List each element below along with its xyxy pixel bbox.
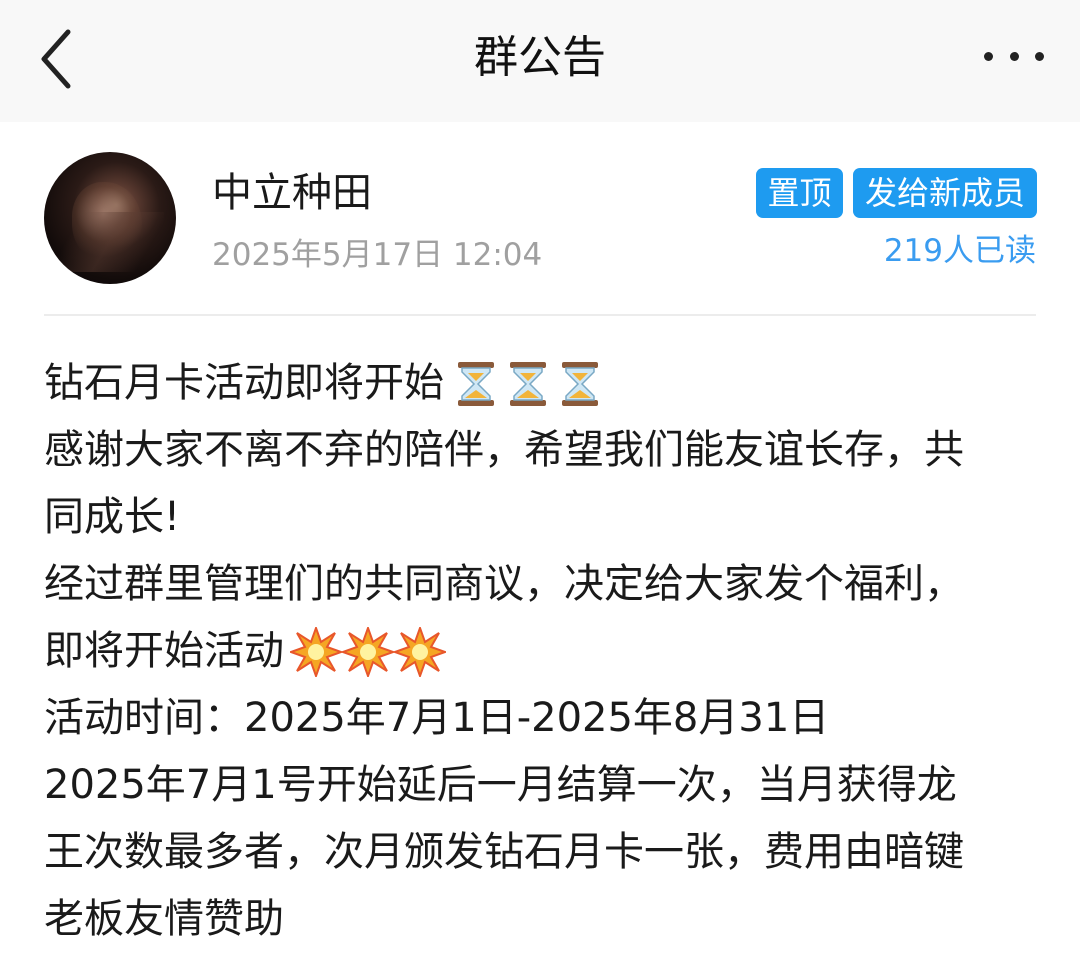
collision-icon	[290, 626, 342, 677]
post-time: 2025年5月17日 12:04	[212, 237, 543, 273]
content-line: 钻石月卡活动即将开始	[44, 350, 1044, 417]
announcement-content: 钻石月卡活动即将开始 感谢大家不离不弃的陪伴，希望我们能友谊长存，共 同成长! …	[44, 350, 1044, 953]
avatar[interactable]	[44, 152, 176, 284]
send-to-new-members-button[interactable]: 发给新成员	[853, 168, 1037, 218]
content-line: 感谢大家不离不弃的陪伴，希望我们能友谊长存，共	[44, 427, 964, 473]
hourglass-icon	[450, 359, 502, 409]
author-name: 中立种田	[212, 170, 372, 216]
content-line: 活动时间：2025年7月1日-2025年8月31日	[44, 695, 830, 741]
content-line: 王次数最多者，次月颁发钻石月卡一张，费用由暗键	[44, 829, 964, 875]
read-count-link[interactable]: 219人已读	[884, 230, 1036, 272]
content-line: 2025年7月1号开始延后一月结算一次，当月获得龙	[44, 762, 957, 808]
more-options-button[interactable]	[984, 36, 1044, 76]
hourglass-icons	[450, 359, 606, 409]
pinned-badge[interactable]: 置顶	[756, 168, 843, 218]
content-line: 即将开始活动	[44, 618, 1044, 685]
page-title: 群公告	[474, 32, 606, 83]
top-bar: 群公告	[0, 0, 1080, 122]
content-line: 同成长!	[44, 494, 181, 540]
content-line: 经过群里管理们的共同商议，决定给大家发个福利，	[44, 561, 964, 607]
hourglass-icon	[502, 359, 554, 409]
more-dots-icon	[984, 51, 993, 61]
hourglass-icon	[554, 359, 606, 409]
collision-icons	[290, 626, 446, 677]
collision-icon	[394, 626, 446, 677]
collision-icon	[342, 626, 394, 677]
content-line: 老板友情赞助	[44, 896, 284, 942]
divider	[44, 314, 1036, 316]
